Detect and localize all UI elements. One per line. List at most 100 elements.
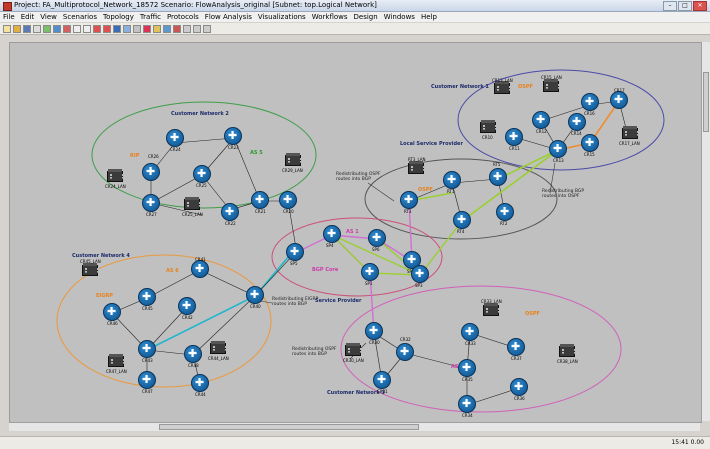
router-cr31[interactable]	[373, 371, 391, 389]
menu-file[interactable]: File	[3, 12, 15, 22]
run-icon[interactable]	[153, 24, 161, 33]
node-label-cr25: CR25	[196, 183, 207, 188]
router-cr47[interactable]	[138, 371, 156, 389]
router-cr13[interactable]	[549, 140, 567, 158]
router-cr12[interactable]	[532, 111, 550, 129]
heart-icon[interactable]	[93, 24, 101, 33]
menu-view[interactable]: View	[40, 12, 57, 22]
lan-cr47[interactable]	[108, 354, 125, 367]
router-cr40[interactable]	[246, 286, 264, 304]
router-cr20[interactable]	[279, 191, 297, 209]
print-icon[interactable]	[33, 24, 41, 33]
flag-icon[interactable]	[143, 24, 151, 33]
chart-icon[interactable]	[173, 24, 181, 33]
open-icon[interactable]	[13, 24, 21, 33]
router-cr36[interactable]	[510, 378, 528, 396]
minimize-button[interactable]: –	[663, 1, 677, 11]
router-rt3[interactable]	[400, 191, 418, 209]
results-icon[interactable]	[163, 24, 171, 33]
lan-cr33[interactable]	[483, 303, 500, 316]
router-rt2[interactable]	[496, 203, 514, 221]
heart-icon-2[interactable]	[103, 24, 111, 33]
router-sp4[interactable]	[323, 225, 341, 243]
router-cr24[interactable]	[166, 129, 184, 147]
lan-cr15[interactable]	[543, 79, 560, 92]
router-cr34[interactable]	[458, 395, 476, 413]
router-sp5[interactable]	[286, 243, 304, 261]
lan-cr13[interactable]	[494, 81, 511, 94]
router-cr46[interactable]	[103, 303, 121, 321]
router-cr11[interactable]	[505, 128, 523, 146]
router-cr32[interactable]	[396, 343, 414, 361]
router-cr35[interactable]	[458, 359, 476, 377]
menu-protocols[interactable]: Protocols	[167, 12, 199, 22]
new-icon[interactable]	[3, 24, 11, 33]
router-cr17[interactable]	[610, 91, 628, 109]
zoom-in-icon[interactable]	[73, 24, 81, 33]
lan-cr29[interactable]	[285, 153, 302, 166]
router-cr27[interactable]	[142, 194, 160, 212]
router-cr45[interactable]	[138, 288, 156, 306]
router-cr14[interactable]	[568, 113, 586, 131]
vertical-scrollbar[interactable]	[701, 42, 710, 421]
router-cr42[interactable]	[178, 297, 196, 315]
menu-visualizations[interactable]: Visualizations	[258, 12, 306, 22]
link-icon[interactable]	[53, 24, 61, 33]
save-icon[interactable]	[23, 24, 31, 33]
router-cr25[interactable]	[193, 165, 211, 183]
lan-cr30[interactable]	[345, 343, 362, 356]
lan-cr45[interactable]	[82, 263, 99, 276]
router-cr26[interactable]	[142, 163, 160, 181]
network-canvas[interactable]: Customer Network 2 AS 5 RIP Customer Net…	[9, 42, 702, 423]
object-palette-icon[interactable]	[43, 24, 51, 33]
lan-rt3[interactable]	[408, 161, 425, 174]
router-sp3[interactable]	[411, 265, 429, 283]
router-sp1[interactable]	[361, 263, 379, 281]
vertical-scroll-thumb[interactable]	[703, 72, 709, 132]
router-cr16[interactable]	[581, 93, 599, 111]
horizontal-scrollbar[interactable]	[9, 422, 700, 431]
configure-icon[interactable]	[123, 24, 131, 33]
node-label-sp1: SP1	[365, 281, 373, 286]
horizontal-scroll-thumb[interactable]	[159, 424, 419, 430]
lan-cr17[interactable]	[622, 126, 639, 139]
menu-workflows[interactable]: Workflows	[312, 12, 348, 22]
menu-topology[interactable]: Topology	[103, 12, 134, 22]
router-rt4[interactable]	[453, 211, 471, 229]
router-cr37[interactable]	[507, 338, 525, 356]
router-cr30[interactable]	[365, 322, 383, 340]
router-cr44[interactable]	[191, 374, 209, 392]
table-icon[interactable]	[133, 24, 141, 33]
router-cr21[interactable]	[251, 191, 269, 209]
marker-icon[interactable]	[113, 24, 121, 33]
view-icon[interactable]	[183, 24, 191, 33]
menu-traffic[interactable]: Traffic	[140, 12, 161, 22]
router-cr41[interactable]	[191, 260, 209, 278]
menu-help[interactable]: Help	[421, 12, 437, 22]
close-button[interactable]: ✕	[693, 1, 707, 11]
maximize-button[interactable]: □	[678, 1, 692, 11]
zoom-out-icon[interactable]	[83, 24, 91, 33]
router-cr43[interactable]	[138, 340, 156, 358]
router-cr15[interactable]	[581, 134, 599, 152]
menu-flow-analysis[interactable]: Flow Analysis	[205, 12, 252, 22]
view-icon-3[interactable]	[203, 24, 211, 33]
router-cr33[interactable]	[461, 323, 479, 341]
lan-cr24[interactable]	[107, 169, 124, 182]
lan-cr11[interactable]	[480, 120, 497, 133]
router-cr22[interactable]	[221, 203, 239, 221]
check-links-icon[interactable]	[63, 24, 71, 33]
lan-cr25[interactable]	[184, 197, 201, 210]
router-cr48[interactable]	[184, 345, 202, 363]
lan-cr38[interactable]	[559, 344, 576, 357]
router-rt1[interactable]	[443, 171, 461, 189]
menu-edit[interactable]: Edit	[21, 12, 35, 22]
lan-cr44[interactable]	[210, 341, 227, 354]
view-icon-2[interactable]	[193, 24, 201, 33]
router-cr23[interactable]	[224, 127, 242, 145]
menu-windows[interactable]: Windows	[384, 12, 415, 22]
menu-scenarios[interactable]: Scenarios	[63, 12, 97, 22]
router-rt5[interactable]	[489, 168, 507, 186]
menu-design[interactable]: Design	[354, 12, 378, 22]
router-sp6[interactable]	[368, 229, 386, 247]
